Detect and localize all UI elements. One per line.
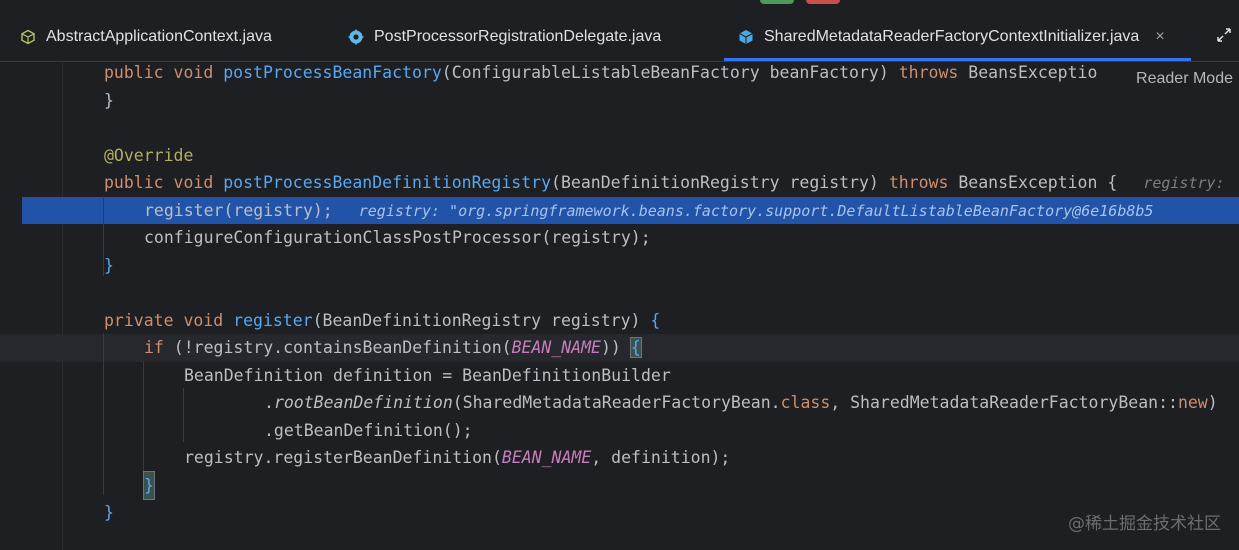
tab-label: SharedMetadataReaderFactoryContextInitia… [764, 28, 1140, 45]
code-line: } [0, 470, 1239, 500]
code-line: .getBeanDefinition(); [264, 420, 473, 440]
run-indicator[interactable] [760, 0, 794, 4]
tab-abstract-application-context[interactable]: AbstractApplicationContext.java [20, 14, 272, 60]
expand-icon[interactable] [1215, 26, 1233, 44]
indent-guide [143, 361, 144, 471]
inline-hint: registry: [1143, 174, 1225, 192]
current-execution-line: register(registry); registry: "org.spring… [0, 196, 1239, 224]
stop-indicator[interactable] [806, 0, 840, 4]
tab-shared-metadata-reader-factory[interactable]: SharedMetadataReaderFactoryContextInitia… [724, 14, 1191, 61]
caret-line: if (!registry.containsBeanDefinition(BEA… [0, 334, 1239, 362]
watermark: @稀土掘金技术社区 [1068, 514, 1221, 534]
code-line: public void postProcessBeanFactory(Confi… [104, 63, 1098, 82]
tab-post-processor-registration-delegate[interactable]: PostProcessorRegistrationDelegate.java [348, 14, 661, 60]
class-outline-icon [20, 29, 36, 45]
code-line: } [104, 255, 114, 275]
code-line: } [104, 503, 114, 522]
editor-tab-bar: AbstractApplicationContext.java PostProc… [0, 14, 1239, 62]
code-line: .rootBeanDefinition(SharedMetadataReader… [264, 393, 1218, 412]
tab-label: AbstractApplicationContext.java [46, 28, 272, 45]
matched-brace: { [629, 337, 642, 358]
code-line: public void postProcessBeanDefinitionReg… [104, 173, 1225, 192]
close-tab-icon[interactable]: × [1155, 28, 1164, 46]
code-line: BeanDefinition definition = BeanDefiniti… [184, 365, 671, 385]
class-gear-icon [348, 29, 364, 45]
code-editor[interactable]: public void postProcessBeanFactory(Confi… [0, 59, 1239, 527]
code-line: } [104, 90, 114, 110]
indent-guide [103, 196, 104, 276]
code-line: @Override [104, 145, 194, 165]
indent-guide [103, 333, 104, 495]
title-strip [0, 0, 1239, 6]
code-line: registry.registerBeanDefinition(BEAN_NAM… [184, 448, 731, 467]
code-line: private void register(BeanDefinitionRegi… [104, 310, 661, 330]
class-cube-icon [738, 29, 754, 45]
debug-value-hint: registry: "org.springframework.beans.fac… [358, 201, 1154, 220]
tab-label: PostProcessorRegistrationDelegate.java [374, 28, 662, 45]
code-line: configureConfigurationClassPostProcessor… [144, 228, 651, 247]
matched-brace: } [143, 470, 155, 500]
indent-guide [183, 388, 184, 442]
